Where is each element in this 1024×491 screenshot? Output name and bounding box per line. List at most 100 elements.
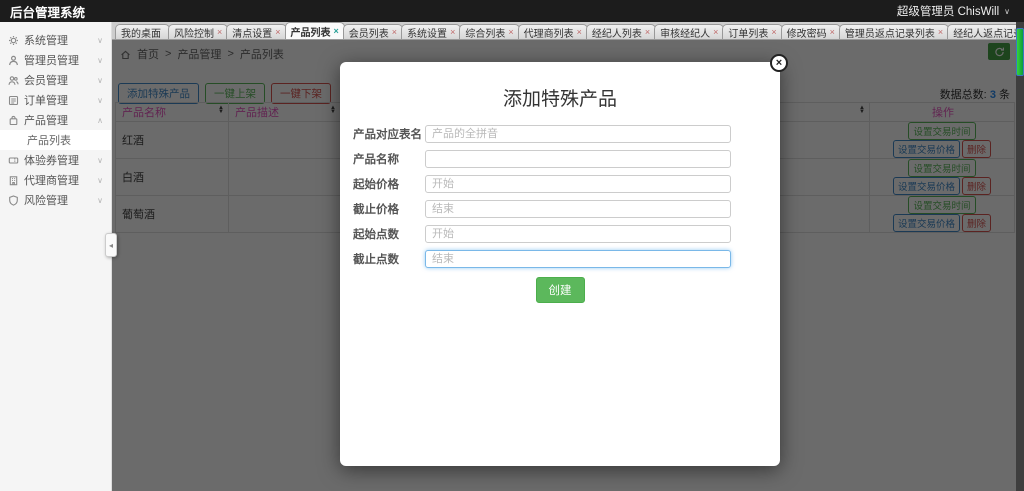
chevron-down-icon: ∨ — [97, 56, 103, 65]
close-icon[interactable]: × — [577, 28, 582, 37]
tab-bar: 我的桌面 风险控制× 清点设置× 产品列表× 会员列表× 系统设置× 综合列表×… — [112, 22, 1024, 40]
sidebar: 系统管理 ∨ 管理员管理 ∨ 会员管理 ∨ 订单管理 ∨ 产品管理 ∧ 产品列表… — [0, 22, 112, 491]
tab-broker-audit[interactable]: 审核经纪人× — [654, 24, 724, 39]
field-label-start-points: 起始点数 — [353, 226, 425, 242]
modal-close-button[interactable]: × — [770, 54, 788, 72]
form-row: 产品对应表名 — [340, 125, 780, 143]
sidebar-item-system[interactable]: 系统管理 ∨ — [0, 30, 111, 50]
close-icon[interactable]: × — [217, 28, 222, 37]
close-icon[interactable]: × — [450, 28, 455, 37]
sidebar-item-members[interactable]: 会员管理 ∨ — [0, 70, 111, 90]
tab-label: 会员列表 — [349, 25, 389, 40]
collapse-left-icon: ◂ — [109, 241, 113, 250]
tab-risk-control[interactable]: 风险控制× — [168, 24, 228, 39]
top-bar: 后台管理系统 超级管理员 ChisWill ∨ — [0, 0, 1024, 22]
sidebar-item-agents[interactable]: 代理商管理 ∨ — [0, 170, 111, 190]
tab-label: 产品列表 — [291, 24, 331, 39]
tab-label: 订单列表 — [728, 25, 768, 40]
tab-label: 审核经纪人 — [660, 25, 710, 40]
tab-product-list[interactable]: 产品列表× — [285, 22, 345, 39]
table-name-input[interactable] — [425, 125, 731, 143]
form-row: 起始价格 — [340, 175, 780, 193]
sidebar-collapse-handle[interactable]: ◂ — [105, 233, 117, 257]
sidebar-item-products[interactable]: 产品管理 ∧ — [0, 110, 111, 130]
chevron-down-icon: ∨ — [97, 196, 103, 205]
tab-member-list[interactable]: 会员列表× — [343, 24, 403, 39]
app-title: 后台管理系统 — [0, 2, 85, 21]
tab-label: 修改密码 — [787, 25, 827, 40]
sidebar-item-coupons[interactable]: 体验券管理 ∨ — [0, 150, 111, 170]
sidebar-item-label: 代理商管理 — [24, 172, 79, 188]
tab-misc-list[interactable]: 综合列表× — [459, 24, 519, 39]
field-label-end-price: 截止价格 — [353, 201, 425, 217]
tab-change-password[interactable]: 修改密码× — [781, 24, 841, 39]
tab-label: 系统设置 — [407, 25, 447, 40]
field-label-start-price: 起始价格 — [353, 176, 425, 192]
close-icon[interactable]: × — [938, 28, 943, 37]
scrollbar-thumb[interactable] — [1016, 28, 1024, 76]
chevron-down-icon: ∨ — [97, 76, 103, 85]
user-menu[interactable]: 超级管理员 ChisWill ∨ — [897, 3, 1024, 19]
chevron-down-icon: ∨ — [97, 96, 103, 105]
sidebar-item-label: 风险管理 — [24, 192, 68, 208]
sidebar-item-orders[interactable]: 订单管理 ∨ — [0, 90, 111, 110]
sidebar-item-label: 系统管理 — [24, 32, 68, 48]
start-price-input[interactable] — [425, 175, 731, 193]
field-label-product-name: 产品名称 — [353, 151, 425, 167]
tab-label: 经纪人列表 — [592, 25, 642, 40]
create-button[interactable]: 创建 — [536, 277, 585, 303]
field-label-table-name: 产品对应表名 — [353, 126, 425, 142]
coupon-ticket-icon — [8, 155, 19, 166]
close-icon[interactable]: × — [334, 27, 339, 36]
close-icon[interactable]: × — [771, 28, 776, 37]
sidebar-item-label: 会员管理 — [24, 72, 68, 88]
tab-inventory-settings[interactable]: 清点设置× — [226, 24, 286, 39]
sidebar-item-admins[interactable]: 管理员管理 ∨ — [0, 50, 111, 70]
close-icon[interactable]: × — [392, 28, 397, 37]
tab-order-list[interactable]: 订单列表× — [722, 24, 782, 39]
agent-building-icon — [8, 175, 19, 186]
user-label: 超级管理员 ChisWill — [897, 3, 999, 19]
close-icon[interactable]: × — [275, 28, 280, 37]
tab-label: 清点设置 — [232, 25, 272, 40]
chevron-down-icon: ∨ — [97, 156, 103, 165]
start-points-input[interactable] — [425, 225, 731, 243]
tab-label: 风险控制 — [174, 25, 214, 40]
close-icon[interactable]: × — [645, 28, 650, 37]
tab-agent-list[interactable]: 代理商列表× — [518, 24, 588, 39]
tab-my-desktop[interactable]: 我的桌面 — [115, 24, 170, 39]
form-row: 截止价格 — [340, 200, 780, 218]
chevron-down-icon: ∨ — [97, 36, 103, 45]
close-icon[interactable]: × — [830, 28, 835, 37]
form-row: 截止点数 — [340, 250, 780, 268]
sidebar-item-risk[interactable]: 风险管理 ∨ — [0, 190, 111, 210]
sidebar-subitem-label: 产品列表 — [27, 132, 71, 148]
scrollbar-track[interactable] — [1016, 22, 1024, 491]
chevron-down-icon: ∨ — [97, 176, 103, 185]
tab-label: 代理商列表 — [524, 25, 574, 40]
form-row: 产品名称 — [340, 150, 780, 168]
close-icon: × — [776, 58, 782, 69]
shield-icon — [8, 195, 19, 206]
product-name-input[interactable] — [425, 150, 731, 168]
product-bag-icon — [8, 115, 19, 126]
admin-user-icon — [8, 55, 19, 66]
sidebar-item-label: 体验券管理 — [24, 152, 79, 168]
close-icon[interactable]: × — [713, 28, 718, 37]
sidebar-item-label: 订单管理 — [24, 92, 68, 108]
field-label-end-points: 截止点数 — [353, 251, 425, 267]
order-list-icon — [8, 95, 19, 106]
tab-label: 经纪人返点记录列表 — [953, 25, 1024, 40]
sidebar-subitem-product-list[interactable]: 产品列表 — [0, 130, 111, 150]
chevron-down-icon: ∨ — [1004, 7, 1010, 16]
end-points-input[interactable] — [425, 250, 731, 268]
modal-form: 产品对应表名 产品名称 起始价格 截止价格 起始点数 截止点数 创建 — [340, 125, 780, 303]
tab-broker-list[interactable]: 经纪人列表× — [586, 24, 656, 39]
tab-admin-rebate-records[interactable]: 管理员返点记录列表× — [839, 24, 949, 39]
close-icon[interactable]: × — [508, 28, 513, 37]
members-icon — [8, 75, 19, 86]
tab-broker-rebate-records[interactable]: 经纪人返点记录列表× — [947, 24, 1024, 39]
sidebar-item-label: 管理员管理 — [24, 52, 79, 68]
end-price-input[interactable] — [425, 200, 731, 218]
tab-system-settings[interactable]: 系统设置× — [401, 24, 461, 39]
